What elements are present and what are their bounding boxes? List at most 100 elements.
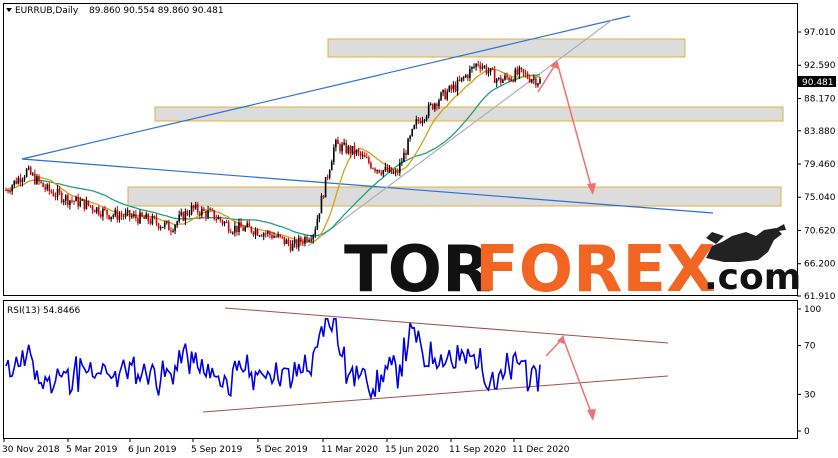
candle-body	[227, 222, 230, 232]
candle-body	[201, 208, 203, 216]
candle-body	[384, 166, 387, 171]
support-zone	[127, 186, 782, 207]
candle-body	[431, 103, 434, 110]
candle-body	[252, 232, 255, 235]
candle-body	[145, 213, 148, 219]
candle-body	[394, 171, 397, 173]
candle-body	[333, 147, 335, 162]
candle-body	[248, 223, 251, 227]
candle-body	[401, 161, 403, 163]
candle-body	[295, 240, 298, 248]
candle-body	[506, 75, 508, 78]
logo-forex: FOREX	[475, 233, 715, 307]
candle-body	[376, 169, 378, 171]
candle-body	[297, 237, 300, 248]
candle-body	[67, 195, 69, 206]
candle-body	[244, 227, 246, 231]
candle-body	[407, 138, 409, 155]
candle-body	[306, 236, 308, 242]
candle-body	[36, 176, 38, 184]
candle-body	[324, 176, 327, 198]
candle-body	[54, 195, 57, 197]
candle-body	[58, 188, 61, 193]
candle-body	[196, 204, 199, 213]
candle-body	[386, 166, 389, 172]
candle-body	[116, 209, 119, 220]
candle-body	[302, 242, 304, 244]
candle-body	[308, 239, 310, 242]
candle-body	[469, 68, 471, 79]
candle-body	[450, 85, 453, 90]
candle-body	[32, 173, 34, 175]
candle-body	[9, 191, 11, 193]
candle-body	[510, 79, 512, 81]
candle-body	[87, 200, 90, 206]
price-tick-label: 88.170	[804, 94, 836, 104]
candle-body	[190, 205, 193, 215]
candle-body	[413, 125, 416, 130]
candle-body	[256, 229, 259, 236]
rsi-tick-label: 30	[804, 390, 816, 400]
candle-body	[277, 234, 279, 237]
candle-body	[56, 188, 59, 197]
candle-body	[477, 63, 479, 65]
candle-body	[425, 116, 428, 120]
candle-body	[370, 162, 372, 169]
ohlc-label: 89.860 90.554 89.860 90.481	[89, 6, 224, 16]
candle-body	[448, 85, 451, 92]
candle-body	[419, 120, 422, 124]
candle-body	[446, 91, 449, 100]
price-tick-label: 70.620	[804, 226, 836, 236]
price-tick-label: 92.590	[804, 61, 836, 71]
candle-body	[440, 92, 442, 101]
candle-body	[91, 206, 94, 211]
candle-body	[242, 227, 244, 231]
candle-body	[149, 221, 152, 224]
x-tick-label: 6 Jun 2019	[128, 445, 177, 455]
candle-body	[283, 237, 286, 244]
candle-body	[215, 219, 218, 221]
candle-body	[405, 152, 407, 155]
candle-body	[497, 77, 500, 80]
candle-body	[285, 239, 288, 244]
candle-body	[533, 78, 535, 80]
candle-body	[279, 234, 282, 237]
candle-body	[539, 79, 541, 84]
candle-body	[508, 77, 510, 81]
candle-body	[186, 211, 189, 215]
candle-body	[42, 182, 44, 187]
candle-body	[199, 212, 201, 216]
candle-body	[11, 185, 13, 192]
candle-body	[289, 243, 292, 251]
candle-body	[258, 235, 261, 237]
candle-body	[396, 171, 399, 173]
candle-body	[180, 212, 183, 215]
candle-body	[209, 209, 211, 211]
candle-body	[273, 236, 275, 238]
candle-body	[438, 100, 440, 107]
candle-body	[351, 145, 354, 154]
candle-body	[423, 119, 426, 121]
candle-body	[141, 212, 143, 217]
candle-body	[153, 216, 156, 218]
candle-body	[339, 144, 341, 152]
candle-body	[25, 169, 28, 177]
candle-body	[166, 221, 168, 223]
candle-body	[110, 216, 112, 220]
candle-body	[112, 215, 115, 217]
candle-body	[316, 218, 319, 230]
candle-body	[188, 214, 191, 216]
candle-body	[310, 239, 312, 241]
x-tick-label: 11 Dec 2020	[512, 445, 570, 455]
candle-body	[205, 210, 207, 218]
candle-body	[392, 172, 395, 174]
candle-body	[260, 235, 263, 237]
candle-body	[104, 208, 106, 210]
price-tick-label: 61.910	[804, 292, 836, 302]
candle-body	[5, 190, 7, 192]
candle-body	[234, 225, 236, 233]
candle-body	[100, 214, 102, 217]
candle-body	[7, 190, 9, 192]
candle-body	[269, 231, 271, 235]
candle-body	[133, 214, 135, 217]
